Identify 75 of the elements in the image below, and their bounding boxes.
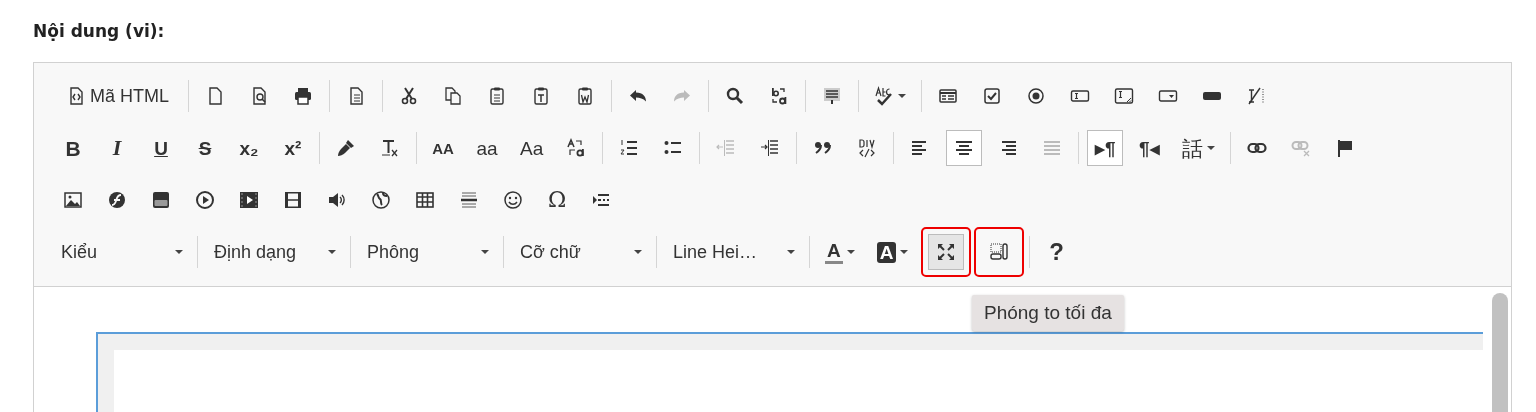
maximize-button[interactable] bbox=[920, 227, 971, 277]
video-tile-icon bbox=[151, 190, 171, 210]
underline-button[interactable]: U bbox=[143, 130, 179, 166]
align-center-button[interactable] bbox=[946, 130, 983, 166]
caret-icon bbox=[1207, 146, 1216, 150]
form-icon bbox=[938, 86, 958, 106]
caret-icon bbox=[634, 250, 642, 254]
horizontal-line-icon bbox=[459, 190, 479, 210]
clipboard-text-icon bbox=[531, 86, 551, 106]
textarea-icon bbox=[1114, 86, 1134, 106]
outdent-icon bbox=[716, 138, 737, 158]
globe-icon bbox=[371, 190, 391, 210]
numbered-list-icon bbox=[619, 138, 640, 158]
dropdown[interactable]: Kiểu bbox=[51, 234, 191, 270]
dropdown[interactable]: Cỡ chữ bbox=[510, 234, 650, 270]
broken-link-icon bbox=[1291, 138, 1312, 158]
scissors-icon bbox=[399, 86, 419, 106]
tooltip: Phóng to tối đa bbox=[972, 295, 1124, 331]
dropdown[interactable]: Phông bbox=[357, 234, 497, 270]
clear-format-icon bbox=[380, 138, 400, 158]
text-direction-ltr-button[interactable]: ▸¶ bbox=[1087, 130, 1124, 166]
editing-area[interactable]: Phóng to tối đa bbox=[34, 287, 1489, 412]
align-center-icon bbox=[954, 138, 975, 158]
play-icon bbox=[195, 190, 215, 210]
subscript-button[interactable]: x₂ bbox=[231, 130, 267, 166]
show-blocks-button[interactable] bbox=[973, 227, 1024, 277]
clipboard-icon bbox=[487, 86, 507, 106]
text-direction-rtl-button[interactable]: ¶◂ bbox=[1131, 130, 1168, 166]
special-character-button[interactable]: Ω bbox=[539, 182, 575, 218]
caret-icon bbox=[787, 250, 795, 254]
filmstrip-icon bbox=[283, 190, 303, 210]
flash-icon bbox=[107, 190, 127, 210]
background-color-button[interactable]: A bbox=[869, 234, 916, 270]
image-icon bbox=[63, 190, 83, 210]
case-swap-icon bbox=[566, 138, 587, 158]
caret-icon bbox=[175, 250, 183, 254]
caret-icon bbox=[481, 250, 489, 254]
caret-icon bbox=[846, 250, 855, 254]
superscript-button[interactable]: x² bbox=[275, 130, 311, 166]
square-mark-icon bbox=[982, 86, 1002, 106]
language-button[interactable]: 話 bbox=[1175, 130, 1223, 166]
capitalize-button[interactable]: Aa bbox=[513, 130, 551, 166]
filmstrip-play-icon bbox=[239, 190, 259, 210]
search-icon bbox=[725, 86, 745, 106]
show-blocks-icon bbox=[988, 242, 1009, 262]
dotted-circle-icon bbox=[1026, 86, 1046, 106]
caret-icon bbox=[898, 94, 906, 98]
strike-button[interactable]: S bbox=[187, 130, 223, 166]
indent-icon bbox=[760, 138, 781, 158]
text-color-button[interactable]: A bbox=[818, 234, 862, 270]
dropdown[interactable]: Line Hei… bbox=[663, 234, 803, 270]
print-icon bbox=[293, 86, 313, 106]
smiley-icon bbox=[503, 190, 523, 210]
italic-button[interactable]: I bbox=[99, 130, 135, 166]
lowercase-button[interactable]: aa bbox=[469, 130, 505, 166]
bold-button[interactable]: B bbox=[55, 130, 91, 166]
caret-icon bbox=[900, 250, 909, 254]
select-all-icon bbox=[822, 86, 842, 106]
speaker-icon bbox=[327, 190, 347, 210]
table-icon bbox=[415, 190, 435, 210]
justify-icon bbox=[1042, 138, 1063, 158]
help-button[interactable]: ? bbox=[1038, 234, 1075, 270]
dropdown[interactable]: Định dạng bbox=[204, 234, 344, 270]
replace-icon bbox=[769, 86, 789, 106]
caret-icon bbox=[328, 250, 336, 254]
copy-icon bbox=[443, 86, 463, 106]
div-tag-icon bbox=[857, 138, 878, 158]
clipboard-word-icon bbox=[575, 86, 595, 106]
uppercase-button[interactable]: AA bbox=[425, 130, 461, 166]
field-label: Nội dung (vi): bbox=[33, 21, 166, 41]
spellcheck-icon bbox=[874, 86, 894, 106]
hidden-field-icon bbox=[1246, 86, 1266, 106]
paintbrush-icon bbox=[336, 138, 356, 158]
source-button[interactable]: Mã HTML bbox=[55, 78, 180, 114]
expand-arrows-icon bbox=[935, 242, 956, 262]
